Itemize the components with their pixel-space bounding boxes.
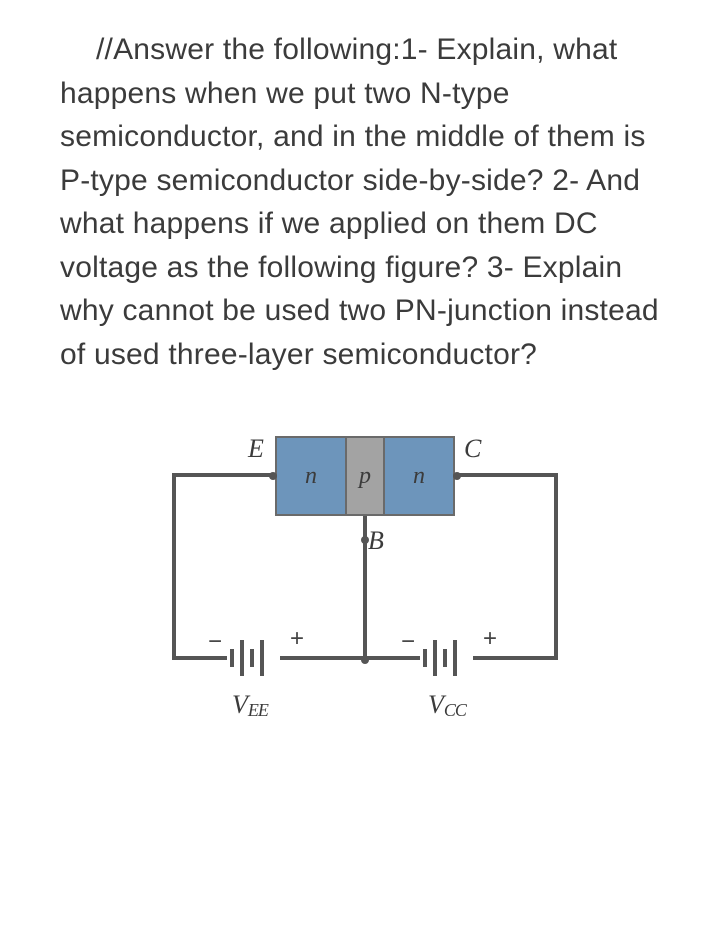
vee-sub: EE xyxy=(248,700,268,720)
vcc-sub: CC xyxy=(444,700,466,720)
wire-icon xyxy=(172,473,272,477)
vcc-battery-icon xyxy=(420,635,460,681)
wire-icon xyxy=(458,473,558,477)
transistor-block: n p n xyxy=(275,436,455,516)
wire-icon xyxy=(363,516,367,660)
vcc-main: V xyxy=(428,690,444,719)
base-region: p xyxy=(345,436,385,516)
wire-icon xyxy=(554,473,558,658)
vee-main: V xyxy=(232,690,248,719)
vcc-label: VCC xyxy=(428,686,466,724)
minus-sign: − xyxy=(401,625,415,660)
minus-sign: − xyxy=(208,625,222,660)
emitter-label: E xyxy=(248,430,264,468)
wire-icon xyxy=(172,473,176,658)
plus-sign: + xyxy=(290,622,304,657)
vee-label: VEE xyxy=(232,686,268,724)
plus-sign: + xyxy=(483,622,497,657)
collector-label: C xyxy=(464,430,481,468)
base-label: B xyxy=(368,522,384,560)
circuit-figure: n p n E C B xyxy=(60,424,670,744)
collector-region: n xyxy=(385,436,455,516)
question-text: //Answer the following:1- Explain, what … xyxy=(60,28,670,376)
vee-battery-icon xyxy=(227,635,267,681)
emitter-region: n xyxy=(275,436,345,516)
